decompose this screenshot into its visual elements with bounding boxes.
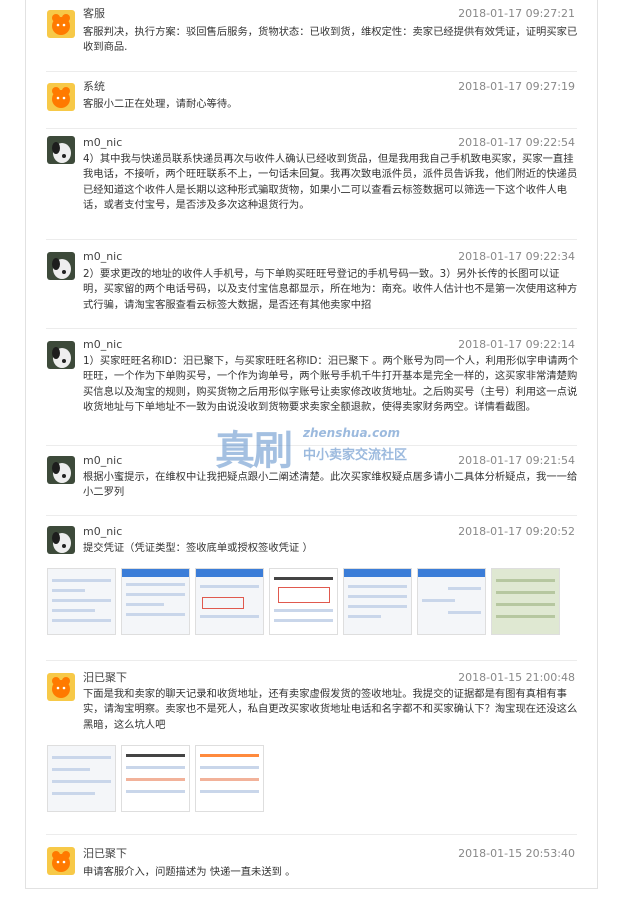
sender-name: 汨已聚下 [83, 671, 127, 684]
service-avatar [47, 673, 75, 701]
evidence-thumbnail[interactable] [269, 568, 338, 635]
message-item: m0_nic 2018-01-17 09:22:54 4）其中我与快递员联系快递… [26, 129, 597, 240]
evidence-thumbnail[interactable] [121, 745, 190, 812]
service-avatar [47, 10, 75, 38]
message-item: 汨已聚下 2018-01-15 20:53:40 申请客服介入，问题描述为 快递… [26, 835, 597, 887]
message-text: 4）其中我与快递员联系快递员再次与收件人确认已经收到货品，但是我用我自己手机致电… [83, 153, 578, 211]
message-time: 2018-01-17 09:22:54 [458, 136, 575, 149]
message-item: m0_nic 2018-01-17 09:22:34 2）要求更改的地址的收件人… [26, 240, 597, 329]
evidence-thumbnail[interactable] [121, 568, 190, 635]
message-item: m0_nic 2018-01-17 09:20:52 提交凭证（凭证类型：签收底… [26, 516, 597, 661]
message-time: 2018-01-17 09:20:52 [458, 525, 575, 538]
evidence-thumbnail[interactable] [417, 568, 486, 635]
sender-name: 客服 [83, 7, 105, 20]
evidence-thumbnail[interactable] [195, 568, 264, 635]
message-time: 2018-01-17 09:21:54 [458, 454, 575, 467]
dispute-thread: 客服 2018-01-17 09:27:21 客服判决，执行方案：驳回售后服务，… [25, 0, 598, 889]
message-item: m0_nic 2018-01-17 09:21:54 根据小蜜提示，在维权中让我… [26, 446, 597, 516]
evidence-thumbnail[interactable] [47, 745, 116, 812]
message-text: 根据小蜜提示，在维权中让我把疑点跟小二阐述清楚。此次买家维权疑点居多请小二具体分… [83, 471, 578, 499]
evidence-thumbnail[interactable] [491, 568, 560, 635]
message-text: 2）要求更改的地址的收件人手机号，与下单购买旺旺号登记的手机号码一致。3）另外长… [83, 268, 578, 311]
message-text: 提交凭证（凭证类型：签收底单或授权签收凭证 ） [83, 542, 313, 554]
evidence-thumbnails [47, 745, 264, 812]
message-item: m0_nic 2018-01-17 09:22:14 1）买家旺旺名称ID：汨已… [26, 329, 597, 446]
message-time: 2018-01-17 09:27:21 [458, 7, 575, 20]
message-item: 汨已聚下 2018-01-15 21:00:48 下面是我和卖家的聊天记录和收货… [26, 661, 597, 835]
dog-avatar [47, 341, 75, 369]
dog-avatar [47, 136, 75, 164]
sender-name: m0_nic [83, 454, 123, 467]
sender-name: 汨已聚下 [83, 847, 127, 860]
message-text: 下面是我和卖家的聊天记录和收货地址，还有卖家虚假发货的签收地址。我提交的证据都是… [83, 688, 578, 731]
service-avatar [47, 83, 75, 111]
sender-name: m0_nic [83, 525, 123, 538]
message-text: 申请客服介入，问题描述为 快递一直未送到 。 [83, 866, 296, 878]
sender-name: 系统 [83, 80, 105, 93]
message-text: 客服判决，执行方案：驳回售后服务，货物状态：已收到货，维权定性：卖家已经提供有效… [83, 26, 578, 54]
message-time: 2018-01-15 20:53:40 [458, 847, 575, 860]
message-time: 2018-01-15 21:00:48 [458, 671, 575, 684]
message-text: 1）买家旺旺名称ID：汨已聚下，与买家旺旺名称ID：汨已聚下 。两个账号为同一个… [83, 355, 579, 413]
sender-name: m0_nic [83, 250, 123, 263]
evidence-thumbnail[interactable] [47, 568, 116, 635]
message-time: 2018-01-17 09:22:34 [458, 250, 575, 263]
message-item: 系统 2018-01-17 09:27:19 客服小二正在处理，请耐心等待。 [26, 72, 597, 129]
evidence-thumbnail[interactable] [343, 568, 412, 635]
dog-avatar [47, 526, 75, 554]
sender-name: m0_nic [83, 338, 123, 351]
dog-avatar [47, 252, 75, 280]
service-avatar [47, 847, 75, 875]
dog-avatar [47, 456, 75, 484]
evidence-thumbnail[interactable] [195, 745, 264, 812]
sender-name: m0_nic [83, 136, 123, 149]
message-time: 2018-01-17 09:27:19 [458, 80, 575, 93]
message-time: 2018-01-17 09:22:14 [458, 338, 575, 351]
message-text: 客服小二正在处理，请耐心等待。 [83, 98, 238, 110]
evidence-thumbnails [47, 568, 560, 635]
message-item: 客服 2018-01-17 09:27:21 客服判决，执行方案：驳回售后服务，… [26, 0, 597, 72]
